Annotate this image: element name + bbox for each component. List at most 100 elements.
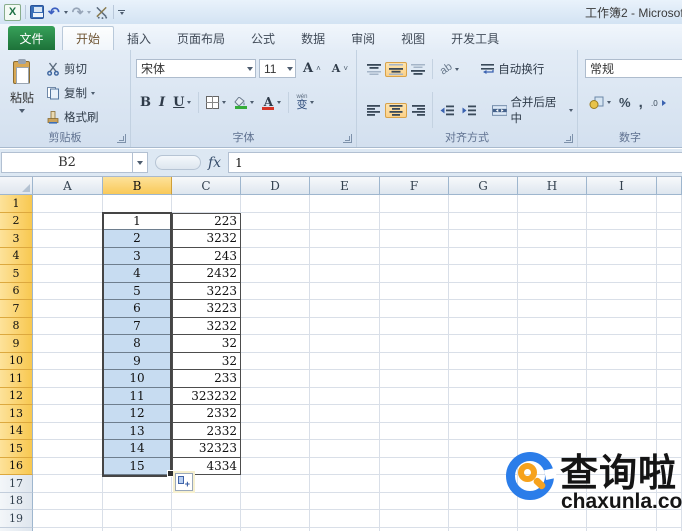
name-box-dropdown-icon[interactable] (133, 152, 148, 173)
cell-I4[interactable] (587, 247, 657, 265)
font-dialog-launcher-icon[interactable] (343, 134, 352, 143)
cell-J8[interactable] (657, 317, 682, 335)
cell-D4[interactable] (241, 247, 310, 265)
cell-B8[interactable]: 7 (103, 317, 172, 335)
row-header-20[interactable]: 20 (0, 527, 33, 531)
cell-E2[interactable] (310, 212, 380, 230)
cell-C4[interactable]: 243 (172, 247, 241, 265)
cell-F5[interactable] (380, 265, 449, 283)
cell-I7[interactable] (587, 300, 657, 318)
cell-H4[interactable] (518, 247, 587, 265)
font-size-select[interactable]: 11 (259, 59, 296, 78)
cell-C10[interactable]: 32 (172, 352, 241, 370)
cell-D14[interactable] (241, 422, 310, 440)
fill-handle[interactable] (167, 470, 174, 477)
cell-B16[interactable]: 15 (103, 457, 172, 475)
cell-F3[interactable] (380, 230, 449, 248)
column-header-E[interactable]: E (310, 177, 380, 195)
grow-font-button[interactable]: A ˄ (299, 59, 325, 78)
cell-H12[interactable] (518, 387, 587, 405)
cell-C20[interactable] (172, 527, 241, 531)
cell-H1[interactable] (518, 195, 587, 213)
row-header-7[interactable]: 7 (0, 300, 33, 318)
cell-B19[interactable] (103, 510, 172, 528)
name-box[interactable]: B2 (1, 152, 133, 173)
cell-D6[interactable] (241, 282, 310, 300)
cell-E7[interactable] (310, 300, 380, 318)
cell-F10[interactable] (380, 352, 449, 370)
row-header-19[interactable]: 19 (0, 510, 33, 528)
cell-C7[interactable]: 3223 (172, 300, 241, 318)
align-left-button[interactable] (363, 103, 385, 118)
cell-E10[interactable] (310, 352, 380, 370)
cell-A11[interactable] (33, 370, 103, 388)
cell-A14[interactable] (33, 422, 103, 440)
tab-开始[interactable]: 开始 (62, 26, 115, 50)
cell-F16[interactable] (380, 457, 449, 475)
tab-公式[interactable]: 公式 (238, 26, 288, 50)
select-all-corner[interactable] (0, 177, 33, 195)
cell-A7[interactable] (33, 300, 103, 318)
cell-J1[interactable] (657, 195, 682, 213)
align-top-button[interactable] (363, 62, 385, 77)
cell-C5[interactable]: 2432 (172, 265, 241, 283)
row-header-5[interactable]: 5 (0, 265, 33, 283)
merge-center-button[interactable]: 合并后居中 (488, 92, 577, 128)
cell-E12[interactable] (310, 387, 380, 405)
cell-F1[interactable] (380, 195, 449, 213)
cell-F14[interactable] (380, 422, 449, 440)
cell-J4[interactable] (657, 247, 682, 265)
increase-indent-button[interactable] (458, 103, 480, 118)
cell-A4[interactable] (33, 247, 103, 265)
cell-J6[interactable] (657, 282, 682, 300)
cell-E13[interactable] (310, 405, 380, 423)
cell-E4[interactable] (310, 247, 380, 265)
cell-D20[interactable] (241, 527, 310, 531)
cell-B10[interactable]: 9 (103, 352, 172, 370)
cell-G5[interactable] (449, 265, 518, 283)
column-header-H[interactable]: H (518, 177, 587, 195)
row-header-4[interactable]: 4 (0, 247, 33, 265)
font-name-select[interactable]: 宋体 (136, 59, 256, 78)
row-header-12[interactable]: 12 (0, 387, 33, 405)
cell-D10[interactable] (241, 352, 310, 370)
cell-B13[interactable]: 12 (103, 405, 172, 423)
tools-icon[interactable] (95, 5, 109, 19)
row-header-8[interactable]: 8 (0, 317, 33, 335)
insert-function-icon[interactable]: fx (208, 155, 221, 171)
align-center-button[interactable] (385, 102, 407, 118)
cell-A12[interactable] (33, 387, 103, 405)
cell-G10[interactable] (449, 352, 518, 370)
tab-审阅[interactable]: 审阅 (338, 26, 388, 50)
cell-E18[interactable] (310, 492, 380, 510)
cell-E11[interactable] (310, 370, 380, 388)
cell-D2[interactable] (241, 212, 310, 230)
row-header-18[interactable]: 18 (0, 492, 33, 510)
cell-G13[interactable] (449, 405, 518, 423)
cell-B20[interactable] (103, 527, 172, 531)
cell-F4[interactable] (380, 247, 449, 265)
cell-H11[interactable] (518, 370, 587, 388)
bold-button[interactable]: B (136, 93, 155, 112)
row-header-11[interactable]: 11 (0, 370, 33, 388)
tab-开发工具[interactable]: 开发工具 (438, 26, 512, 50)
cell-F18[interactable] (380, 492, 449, 510)
cell-B17[interactable] (103, 475, 172, 493)
cell-A19[interactable] (33, 510, 103, 528)
cell-I13[interactable] (587, 405, 657, 423)
cell-J20[interactable] (657, 527, 682, 531)
cell-B12[interactable]: 11 (103, 387, 172, 405)
format-painter-button[interactable]: 格式刷 (46, 106, 128, 128)
cell-G4[interactable] (449, 247, 518, 265)
cell-F17[interactable] (380, 475, 449, 493)
cell-A3[interactable] (33, 230, 103, 248)
align-bottom-button[interactable] (407, 62, 429, 77)
cell-I10[interactable] (587, 352, 657, 370)
cell-B18[interactable] (103, 492, 172, 510)
cell-J5[interactable] (657, 265, 682, 283)
paste-dropdown-icon[interactable] (19, 109, 25, 113)
cell-H14[interactable] (518, 422, 587, 440)
cell-G7[interactable] (449, 300, 518, 318)
cell-G1[interactable] (449, 195, 518, 213)
underline-button[interactable]: U (169, 93, 195, 112)
